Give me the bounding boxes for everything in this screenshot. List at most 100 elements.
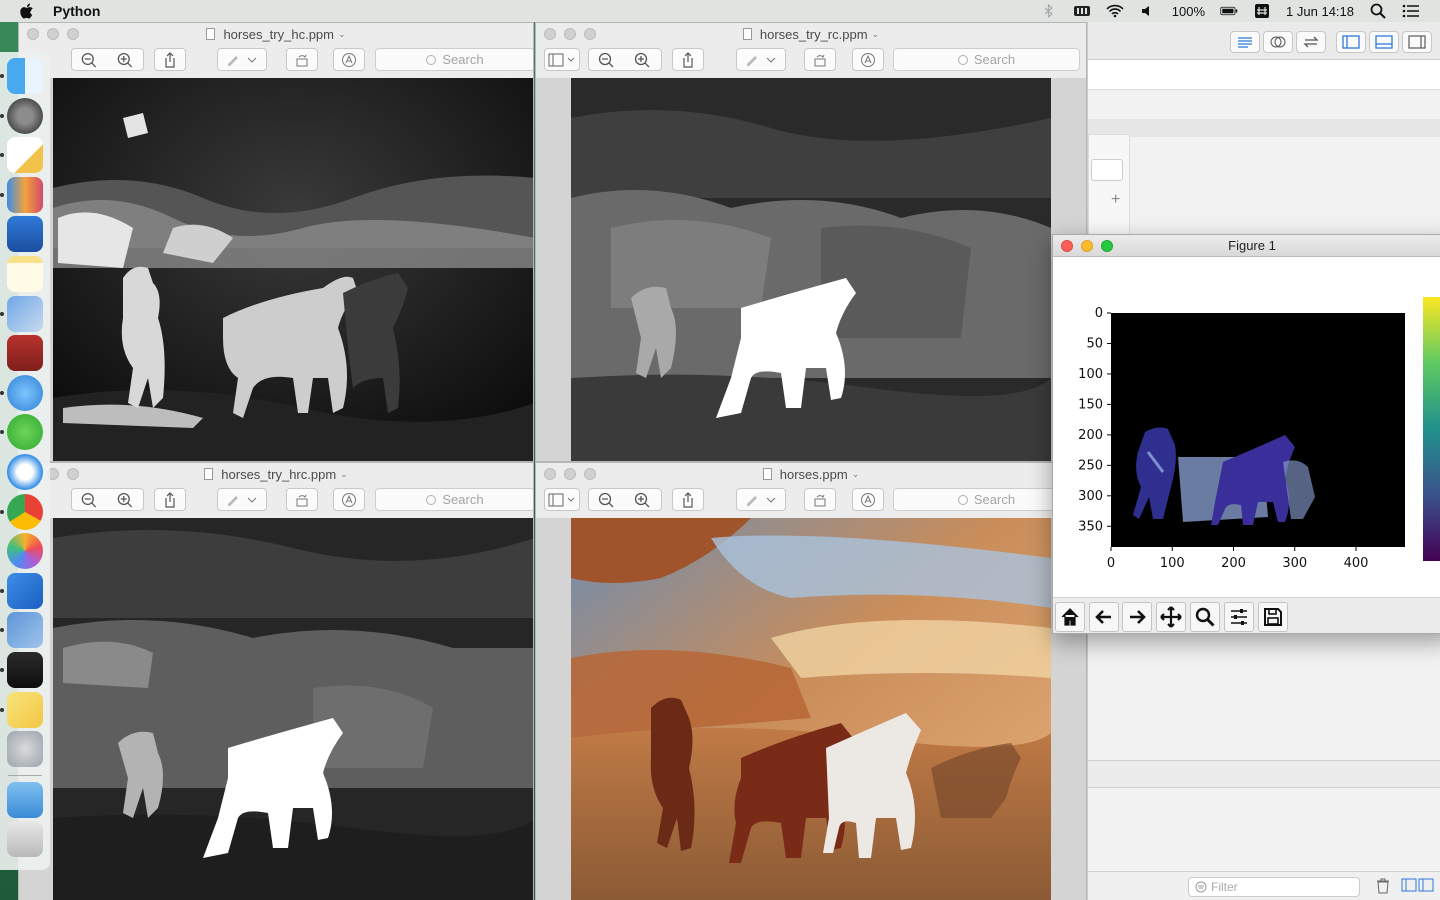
pan-button[interactable] <box>1156 602 1186 632</box>
dock-preview-icon[interactable] <box>0 295 43 332</box>
navigator-toggle-button[interactable] <box>1336 31 1366 53</box>
running-indicator <box>0 192 4 197</box>
forward-button[interactable] <box>1122 602 1152 632</box>
filter-placeholder: Filter <box>1211 880 1238 894</box>
dock-launchpad-icon[interactable] <box>7 731 43 768</box>
chevron-down-icon[interactable]: ⌄ <box>852 469 860 480</box>
share-button[interactable] <box>154 48 186 71</box>
dock-downloads-icon[interactable] <box>7 781 43 818</box>
zoom-button[interactable] <box>1101 240 1113 252</box>
zoom-out-icon[interactable] <box>72 51 108 69</box>
close-button[interactable] <box>1061 240 1073 252</box>
debug-toggle-button[interactable] <box>1369 31 1399 53</box>
share-button[interactable] <box>672 48 704 71</box>
rotate-button[interactable] <box>286 488 318 511</box>
share-button[interactable] <box>154 488 186 511</box>
dock <box>0 52 50 870</box>
dock-chat-icon[interactable] <box>0 374 43 411</box>
apple-icon[interactable] <box>20 3 36 19</box>
markup-button[interactable] <box>736 48 786 71</box>
rotate-button[interactable] <box>804 48 836 71</box>
window-title-text[interactable]: horses_try_rc.ppm <box>760 27 868 42</box>
home-button[interactable] <box>1055 602 1085 632</box>
filter-field[interactable]: Filter <box>1188 877 1360 897</box>
dock-terminal-icon[interactable] <box>0 651 43 688</box>
trash-icon[interactable] <box>1376 878 1390 894</box>
dock-keynote-icon[interactable] <box>7 216 43 253</box>
dock-system-preferences-icon[interactable] <box>0 97 43 134</box>
zoom-out-icon[interactable] <box>589 491 625 509</box>
notification-center-icon[interactable] <box>1402 4 1420 18</box>
rotate-button[interactable] <box>286 48 318 71</box>
zoom-in-icon[interactable] <box>108 51 144 69</box>
dock-stickies-icon[interactable] <box>0 691 43 728</box>
rotate-button[interactable] <box>804 488 836 511</box>
zoom-out-icon[interactable] <box>589 51 625 69</box>
zoom-in-icon[interactable] <box>625 491 661 509</box>
memory-icon[interactable] <box>1073 4 1091 18</box>
sidebar-button[interactable] <box>544 48 580 71</box>
configure-subplots-button[interactable] <box>1224 602 1254 632</box>
share-button[interactable] <box>672 488 704 511</box>
dock-wechat-icon[interactable] <box>0 414 43 451</box>
dock-chrome-icon[interactable] <box>0 493 43 530</box>
date-time[interactable]: 1 Jun 14:18 <box>1286 4 1354 19</box>
dock-textedit-icon[interactable] <box>0 137 43 174</box>
image-canvas <box>536 78 1086 461</box>
save-button[interactable] <box>1258 602 1288 632</box>
dock-safari-icon[interactable] <box>7 453 43 490</box>
dock-dictionary-icon[interactable] <box>7 335 43 372</box>
dock-xcode-icon[interactable] <box>0 572 43 609</box>
window-controls <box>1061 240 1113 252</box>
markup-button[interactable] <box>217 488 267 511</box>
chevron-down-icon[interactable]: ⌄ <box>338 29 346 40</box>
dock-notes-icon[interactable] <box>7 255 43 292</box>
markup-button[interactable] <box>736 488 786 511</box>
annotate-button[interactable] <box>333 488 365 511</box>
annotate-button[interactable] <box>852 48 884 71</box>
assistant-editor-button[interactable] <box>1263 31 1293 53</box>
standard-editor-button[interactable] <box>1230 31 1260 53</box>
dock-photos-icon[interactable] <box>7 533 43 570</box>
search-field[interactable]: Search <box>375 488 533 511</box>
sidebar-button[interactable] <box>544 488 580 511</box>
window-title-text[interactable]: horses_try_hc.ppm <box>223 27 334 42</box>
add-icon[interactable]: + <box>1111 191 1120 209</box>
document-icon <box>742 28 752 40</box>
chevron-down-icon[interactable]: ⌄ <box>340 469 348 480</box>
wifi-icon[interactable] <box>1106 4 1124 18</box>
app-name[interactable]: Python <box>53 3 100 19</box>
volume-icon[interactable] <box>1139 4 1157 18</box>
annotate-button[interactable] <box>852 488 884 511</box>
preview-toolbar: Search <box>536 45 1086 75</box>
search-field[interactable]: Search <box>375 48 533 71</box>
input-source-icon[interactable] <box>1253 4 1271 18</box>
zoom-out-icon[interactable] <box>72 491 108 509</box>
back-button[interactable] <box>1089 602 1119 632</box>
split-view-icon[interactable] <box>1401 878 1435 892</box>
window-title-text[interactable]: horses.ppm <box>780 467 848 482</box>
zoom-rect-button[interactable] <box>1190 602 1220 632</box>
rotate-icon <box>296 54 308 66</box>
dock-keynote-charts-icon[interactable] <box>0 176 43 213</box>
spotlight-icon[interactable] <box>1369 3 1387 19</box>
dock-preview-2-icon[interactable] <box>0 612 43 649</box>
dock-trash-icon[interactable] <box>7 821 43 858</box>
version-editor-button[interactable] <box>1296 31 1326 53</box>
zoom-in-icon[interactable] <box>108 491 144 509</box>
bluetooth-icon[interactable] <box>1040 4 1058 18</box>
dock-finder-icon[interactable] <box>0 58 43 94</box>
zoom-in-icon[interactable] <box>625 51 661 69</box>
rotate-icon <box>296 494 308 506</box>
utilities-toggle-button[interactable] <box>1402 31 1432 53</box>
side-panel-field[interactable] <box>1091 159 1123 181</box>
battery-icon[interactable] <box>1220 4 1238 18</box>
window-title-text[interactable]: horses_try_hrc.ppm <box>221 467 336 482</box>
minimize-button[interactable] <box>1081 240 1093 252</box>
editor-toolbar <box>1088 22 1440 60</box>
chevron-down-icon[interactable]: ⌄ <box>872 29 880 40</box>
annotate-button[interactable] <box>333 48 365 71</box>
markup-button[interactable] <box>217 48 267 71</box>
battery-percent[interactable]: 100% <box>1172 4 1205 19</box>
search-field[interactable]: Search <box>893 48 1080 71</box>
